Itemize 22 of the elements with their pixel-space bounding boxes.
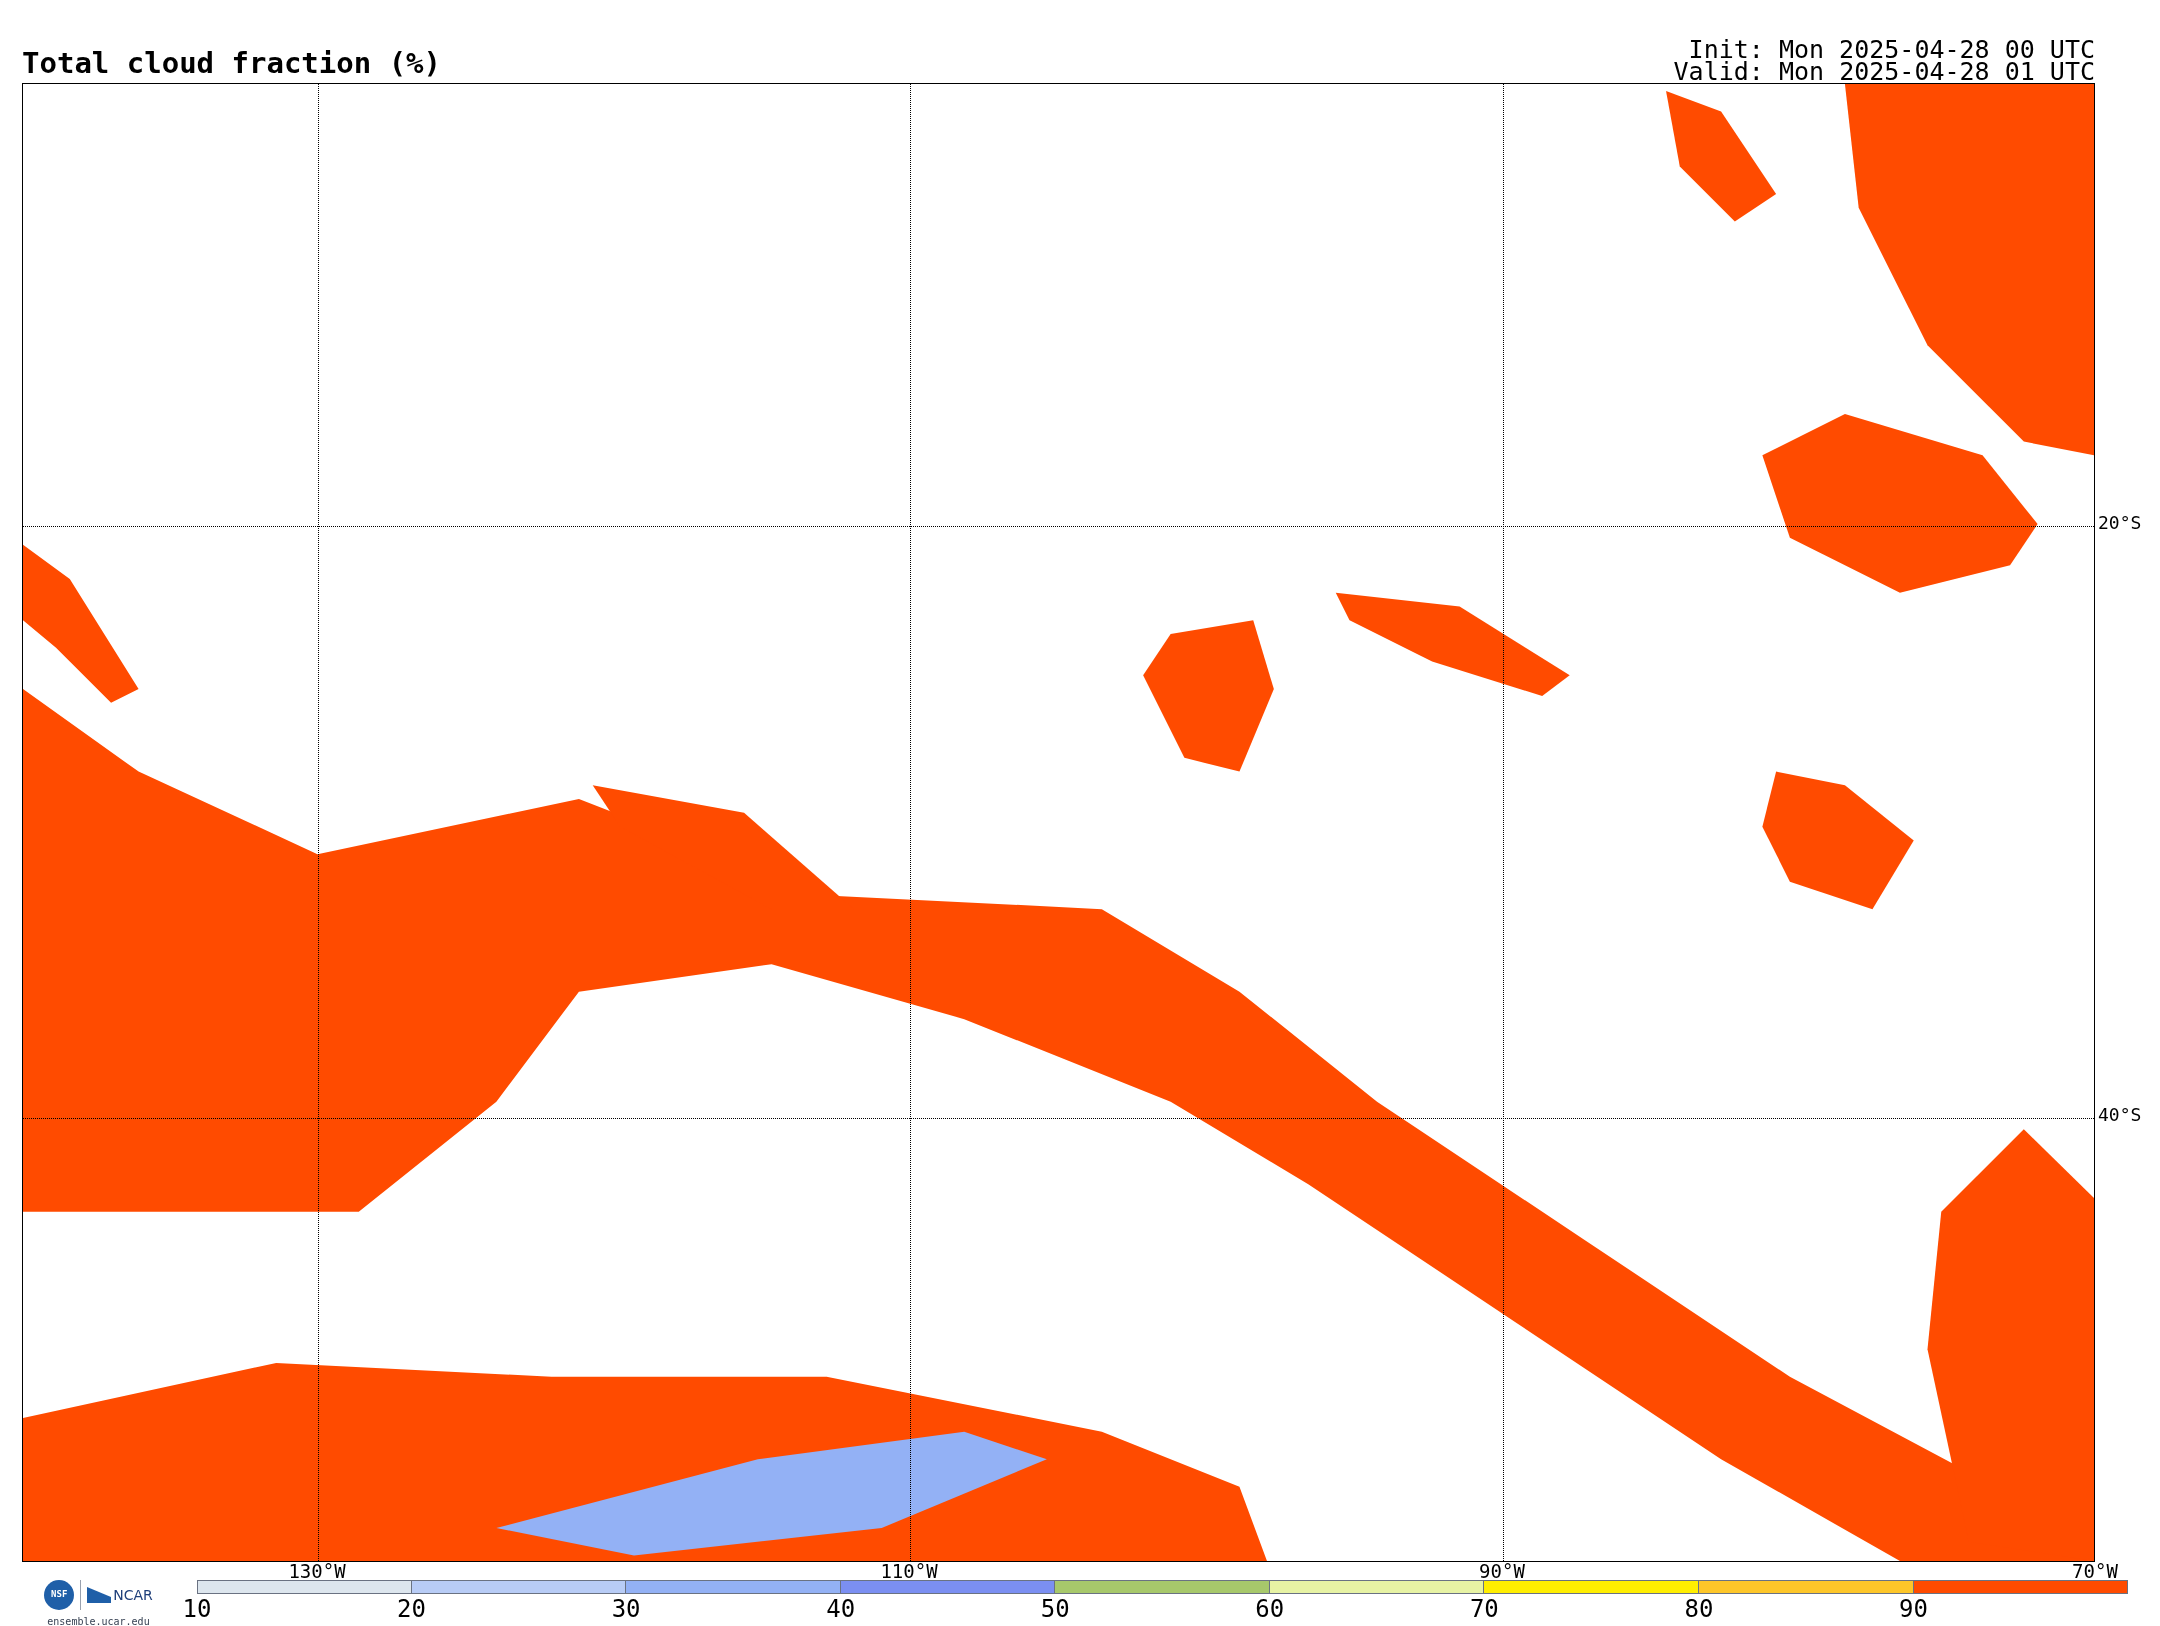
colorbar-tick-label: 10: [182, 1597, 212, 1621]
init-time: Init: Mon 2025-04-28 00 UTC: [1688, 39, 2095, 61]
colorbar-tick-label: 20: [397, 1597, 426, 1621]
site-url: ensemble.ucar.edu: [47, 1615, 150, 1626]
latitude-label: 40°S: [2097, 1106, 2143, 1124]
map-title: Total cloud fraction (%): [22, 49, 442, 82]
colorbar-tick-label: 30: [611, 1597, 641, 1621]
colorbar-tick-label: 90: [1899, 1597, 1928, 1621]
ncar-icon: [87, 1587, 112, 1603]
colorbar-tick-label: 50: [1040, 1597, 1070, 1621]
valid-time: Valid: Mon 2025-04-28 01 UTC: [1673, 61, 2095, 83]
nsf-logo: NSF: [44, 1580, 75, 1610]
colorbar-tick-label: 40: [826, 1597, 856, 1621]
latitude-label: 20°S: [2097, 514, 2143, 532]
ncar-logo: NCAR: [113, 1585, 153, 1605]
longitude-label: 130°W: [288, 1562, 346, 1581]
longitude-label: 70°W: [2072, 1562, 2118, 1581]
longitude-label: 110°W: [880, 1562, 938, 1581]
longitude-label: 90°W: [1479, 1562, 1525, 1581]
colorbar-tick-label: 80: [1684, 1597, 1714, 1621]
colorbar-tick-label: 60: [1255, 1597, 1285, 1621]
colorbar-tick-label: 70: [1469, 1597, 1499, 1621]
